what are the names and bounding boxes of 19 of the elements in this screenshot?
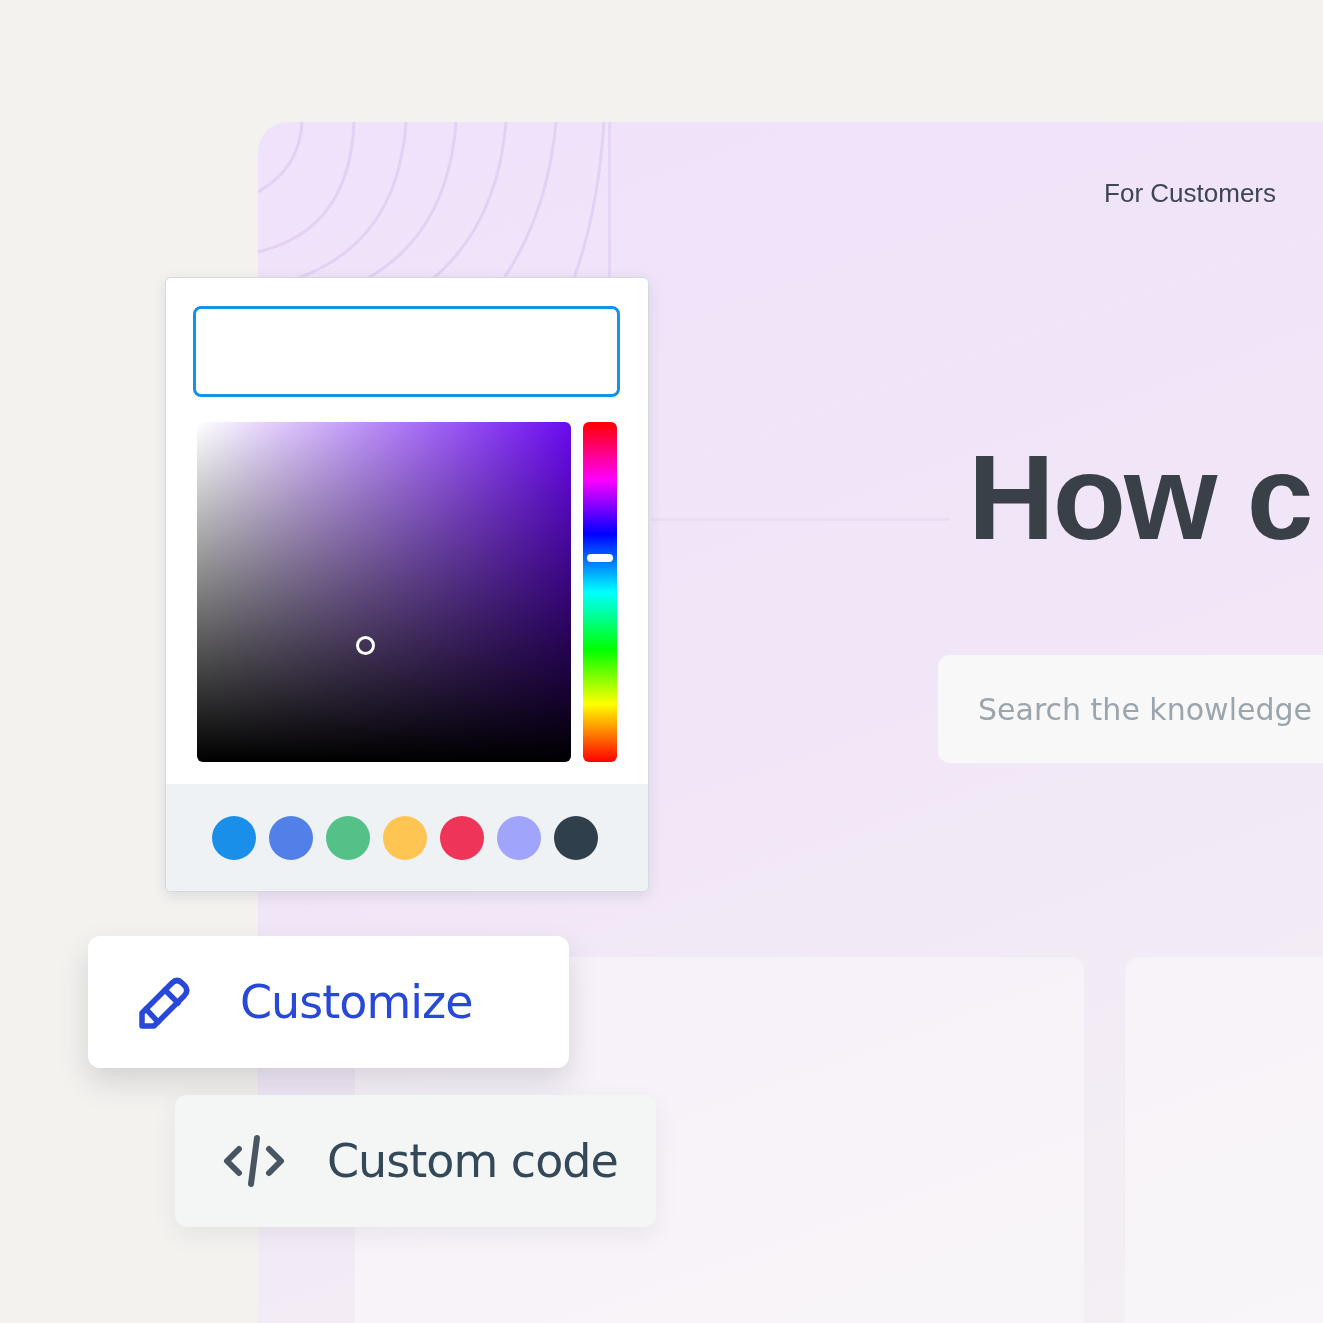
hero-heading: How c	[968, 437, 1312, 557]
saturation-area[interactable]	[197, 422, 571, 762]
color-swatch[interactable]	[383, 816, 427, 860]
hue-slider[interactable]	[583, 422, 617, 762]
custom-code-button[interactable]: Custom code	[175, 1095, 656, 1227]
color-swatch[interactable]	[554, 816, 598, 860]
customize-button[interactable]: Customize	[88, 936, 569, 1068]
color-swatch[interactable]	[269, 816, 313, 860]
hue-slider-thumb[interactable]	[587, 554, 613, 562]
color-swatch[interactable]	[326, 816, 370, 860]
color-input-field[interactable]	[193, 306, 620, 397]
color-swatch[interactable]	[497, 816, 541, 860]
color-cursor[interactable]	[356, 636, 375, 655]
nav-link[interactable]: For Customers	[1104, 178, 1276, 209]
pencil-icon	[138, 975, 192, 1029]
color-swatch[interactable]	[212, 816, 256, 860]
search-field[interactable]: Search the knowledge	[938, 655, 1323, 763]
color-swatch[interactable]	[440, 816, 484, 860]
code-icon	[223, 1134, 285, 1188]
